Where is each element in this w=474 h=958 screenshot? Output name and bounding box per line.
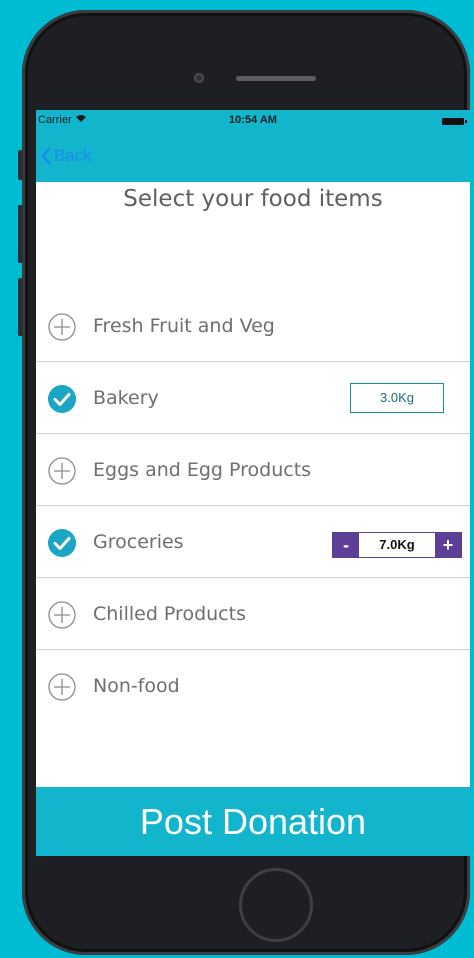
list-item-groceries[interactable]: Groceries - 7.0Kg + (36, 506, 470, 578)
item-label: Chilled Products (93, 603, 246, 625)
item-label: Groceries (93, 531, 184, 553)
list-item-non-food[interactable]: Non-food (36, 650, 470, 722)
quantity-value[interactable]: 7.0Kg (359, 533, 435, 557)
item-label: Eggs and Egg Products (93, 459, 312, 481)
back-label: Back (54, 146, 92, 165)
home-button[interactable] (239, 868, 313, 942)
page-title: Select your food items (123, 186, 383, 212)
decrement-button[interactable]: - (333, 533, 359, 557)
list-item-eggs-and-egg-products[interactable]: Eggs and Egg Products (36, 434, 470, 506)
increment-button[interactable]: + (435, 533, 461, 557)
mute-switch (18, 150, 23, 180)
item-label: Non-food (93, 675, 180, 697)
volume-up-button (18, 205, 23, 263)
app-screen: Carrier 10:54 AM Back Select your food i… (36, 110, 470, 856)
volume-down-button (18, 278, 23, 336)
chevron-left-icon (41, 147, 51, 165)
quantity-stepper: - 7.0Kg + (332, 532, 462, 558)
speaker (236, 76, 316, 81)
plus-circle-icon[interactable] (47, 312, 77, 342)
list-item-bakery[interactable]: Bakery 3.0Kg (36, 362, 470, 434)
camera (194, 73, 204, 83)
status-time: 10:54 AM (229, 114, 277, 126)
check-circle-icon[interactable] (47, 528, 77, 558)
plus-circle-icon[interactable] (47, 456, 77, 486)
item-label: Fresh Fruit and Veg (93, 315, 275, 337)
back-button[interactable]: Back (40, 144, 92, 168)
quantity-field[interactable]: 3.0Kg (350, 383, 444, 413)
list-item-chilled-products[interactable]: Chilled Products (36, 578, 470, 650)
plus-circle-icon[interactable] (47, 600, 77, 630)
check-circle-icon[interactable] (47, 384, 77, 414)
post-donation-button[interactable]: Post Donation (36, 787, 470, 856)
food-item-list: Fresh Fruit and Veg Bakery 3.0Kg Eggs an… (36, 290, 470, 722)
item-label: Bakery (93, 387, 159, 409)
navigation-bar: Carrier 10:54 AM Back (36, 110, 470, 182)
battery-icon (442, 118, 467, 125)
list-item-fresh-fruit-and-veg[interactable]: Fresh Fruit and Veg (36, 290, 470, 362)
plus-circle-icon[interactable] (47, 672, 77, 702)
